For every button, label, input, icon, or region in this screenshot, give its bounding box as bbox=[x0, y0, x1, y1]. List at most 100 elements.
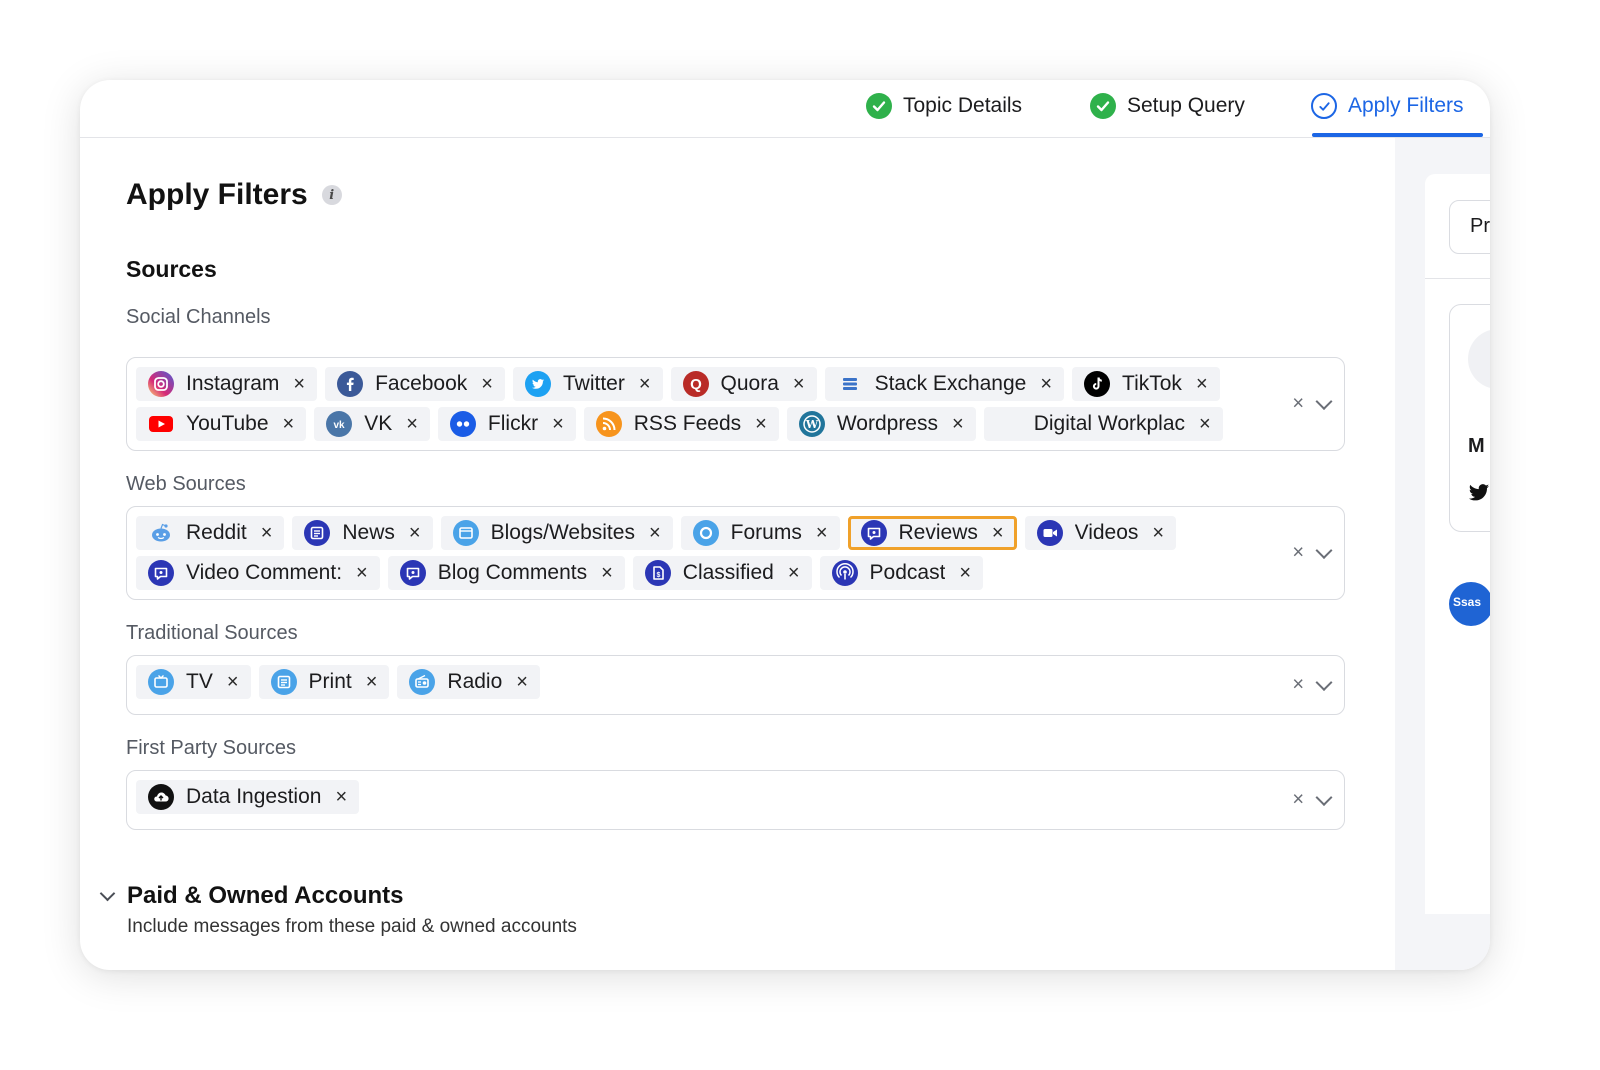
step-label: Topic Details bbox=[903, 94, 1023, 117]
source-chip-wordpress[interactable]: W Wordpress × bbox=[786, 407, 976, 441]
step-setup-query[interactable]: Setup Query bbox=[1090, 91, 1245, 121]
remove-chip-icon[interactable]: × bbox=[552, 414, 564, 434]
remove-chip-icon[interactable]: × bbox=[816, 523, 828, 543]
source-chip-news[interactable]: News × bbox=[292, 516, 433, 550]
source-chip-youtube[interactable]: YouTube × bbox=[136, 407, 307, 441]
source-chip-forums[interactable]: Forums × bbox=[680, 516, 840, 550]
paid-owned-title[interactable]: Paid & Owned Accounts bbox=[127, 882, 403, 910]
source-chip-rss-feeds[interactable]: RSS Feeds × bbox=[583, 407, 779, 441]
source-chip-video-comment[interactable]: Video Comment: × bbox=[136, 556, 380, 590]
chip-row: YouTube × vk VK × Flickr × RSS Feeds × W Wordpress… bbox=[136, 407, 1244, 441]
remove-chip-icon[interactable]: × bbox=[227, 672, 239, 692]
chevron-down-icon[interactable] bbox=[1315, 673, 1333, 691]
svg-text:$: $ bbox=[656, 572, 660, 579]
info-icon[interactable]: i bbox=[321, 185, 342, 205]
chevron-down-icon[interactable] bbox=[1315, 392, 1333, 410]
source-chip-reddit[interactable]: Reddit × bbox=[136, 516, 285, 550]
side-panel-field[interactable]: Pr bbox=[1449, 200, 1490, 254]
source-chip-tiktok[interactable]: TikTok × bbox=[1072, 367, 1220, 401]
remove-chip-icon[interactable]: × bbox=[335, 787, 347, 807]
remove-chip-icon[interactable]: × bbox=[409, 523, 421, 543]
clear-all-icon[interactable]: × bbox=[1292, 789, 1304, 812]
remove-chip-icon[interactable]: × bbox=[356, 563, 368, 583]
source-chip-quora[interactable]: Q Quora × bbox=[670, 367, 817, 401]
remove-chip-icon[interactable]: × bbox=[481, 374, 493, 394]
remove-chip-icon[interactable]: × bbox=[283, 414, 295, 434]
chip-label: TikTok bbox=[1122, 372, 1182, 395]
web-sources-label: Web Sources bbox=[126, 473, 246, 495]
videos-icon bbox=[1036, 520, 1063, 546]
page-title: Apply Filters i bbox=[126, 178, 342, 212]
chevron-down-icon[interactable] bbox=[1315, 541, 1333, 559]
data-ingestion-icon bbox=[148, 784, 174, 810]
remove-chip-icon[interactable]: × bbox=[1196, 374, 1208, 394]
youtube-icon bbox=[148, 411, 174, 437]
source-chip-blog-comments[interactable]: Blog Comments × bbox=[387, 556, 625, 590]
chip-row: Data Ingestion × bbox=[136, 780, 1244, 814]
first-party-sources-select[interactable]: Data Ingestion × × bbox=[126, 770, 1345, 830]
paid-owned-subtitle: Include messages from these paid & owned… bbox=[127, 916, 577, 937]
clear-all-icon[interactable]: × bbox=[1292, 393, 1304, 416]
social-channels-select[interactable]: Instagram × Facebook × Twitter × Q Quora × Stack … bbox=[126, 357, 1345, 451]
reddit-icon bbox=[148, 520, 174, 546]
stack-exchange-icon bbox=[837, 371, 863, 397]
chip-label: Podcast bbox=[869, 561, 946, 584]
source-chip-digital-workplac[interactable]: Digital Workplac × bbox=[983, 407, 1223, 441]
chevron-down-icon[interactable] bbox=[99, 885, 116, 902]
web-sources-select[interactable]: Reddit × News × Blogs/Websites × Forums × Review… bbox=[126, 506, 1345, 600]
source-chip-classified[interactable]: $ Classified × bbox=[632, 556, 812, 590]
remove-chip-icon[interactable]: × bbox=[755, 414, 767, 434]
step-label: Apply Filters bbox=[1348, 94, 1464, 117]
step-topic-details[interactable]: Topic Details bbox=[866, 91, 1022, 121]
reviews-icon bbox=[860, 520, 887, 546]
remove-chip-icon[interactable]: × bbox=[959, 563, 971, 583]
svg-text:W: W bbox=[805, 418, 819, 431]
source-chip-vk[interactable]: vk VK × bbox=[314, 407, 430, 441]
source-chip-data-ingestion[interactable]: Data Ingestion × bbox=[136, 780, 360, 814]
remove-chip-icon[interactable]: × bbox=[601, 563, 613, 583]
chip-label: TV bbox=[186, 670, 213, 693]
remove-chip-icon[interactable]: × bbox=[793, 374, 805, 394]
source-chip-reviews[interactable]: Reviews × bbox=[847, 516, 1017, 550]
radio-icon bbox=[409, 669, 436, 695]
remove-chip-icon[interactable]: × bbox=[992, 523, 1004, 543]
classified-icon: $ bbox=[644, 560, 671, 586]
chip-label: Data Ingestion bbox=[186, 785, 322, 808]
source-chip-twitter[interactable]: Twitter × bbox=[512, 367, 663, 401]
facebook-icon bbox=[337, 371, 364, 397]
source-chip-print[interactable]: Print × bbox=[258, 665, 390, 699]
step-apply-filters[interactable]: Apply Filters bbox=[1311, 91, 1464, 121]
remove-chip-icon[interactable]: × bbox=[649, 523, 661, 543]
podcast-icon bbox=[831, 560, 858, 586]
side-preview-card[interactable]: M bbox=[1449, 304, 1490, 532]
remove-chip-icon[interactable]: × bbox=[1152, 523, 1164, 543]
remove-chip-icon[interactable]: × bbox=[293, 374, 305, 394]
tiktok-icon bbox=[1084, 371, 1111, 397]
section-title: Sources bbox=[126, 256, 217, 282]
source-chip-blogs-websites[interactable]: Blogs/Websites × bbox=[440, 516, 673, 550]
clear-all-icon[interactable]: × bbox=[1292, 674, 1304, 697]
source-chip-facebook[interactable]: Facebook × bbox=[325, 367, 505, 401]
chevron-down-icon[interactable] bbox=[1315, 788, 1333, 806]
source-chip-instagram[interactable]: Instagram × bbox=[136, 367, 318, 401]
source-chip-podcast[interactable]: Podcast × bbox=[819, 556, 984, 590]
source-chip-flickr[interactable]: Flickr × bbox=[437, 407, 576, 441]
remove-chip-icon[interactable]: × bbox=[788, 563, 800, 583]
svg-text:vk: vk bbox=[334, 420, 346, 431]
source-chip-tv[interactable]: TV × bbox=[136, 665, 251, 699]
remove-chip-icon[interactable]: × bbox=[406, 414, 418, 434]
remove-chip-icon[interactable]: × bbox=[366, 672, 378, 692]
chip-label: Flickr bbox=[487, 412, 539, 435]
remove-chip-icon[interactable]: × bbox=[639, 374, 651, 394]
remove-chip-icon[interactable]: × bbox=[1199, 414, 1211, 434]
remove-chip-icon[interactable]: × bbox=[952, 414, 964, 434]
source-chip-radio[interactable]: Radio × bbox=[397, 665, 540, 699]
chip-row: Reddit × News × Blogs/Websites × Forums × Review… bbox=[136, 516, 1244, 550]
traditional-sources-select[interactable]: TV × Print × Radio × × bbox=[126, 655, 1345, 715]
source-chip-stack-exchange[interactable]: Stack Exchange × bbox=[824, 367, 1065, 401]
remove-chip-icon[interactable]: × bbox=[1040, 374, 1052, 394]
remove-chip-icon[interactable]: × bbox=[516, 672, 528, 692]
source-chip-videos[interactable]: Videos × bbox=[1024, 516, 1177, 550]
clear-all-icon[interactable]: × bbox=[1292, 542, 1304, 565]
remove-chip-icon[interactable]: × bbox=[261, 523, 273, 543]
